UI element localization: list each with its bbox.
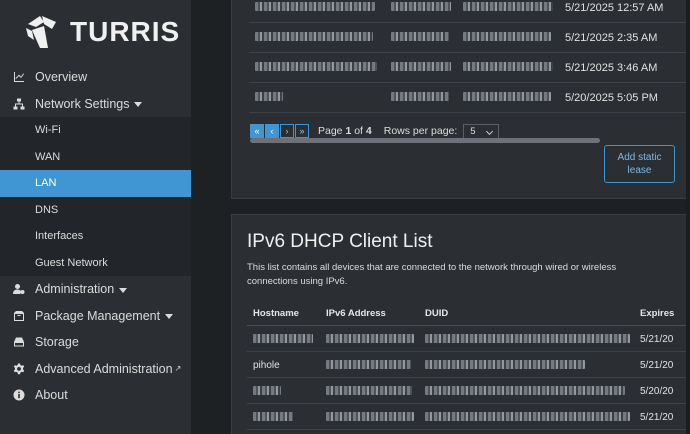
ip-cell [391,62,451,71]
ipv6-cell [326,360,411,369]
column-duid[interactable]: DUID [425,308,448,319]
expires-cell: 5/20/20 [640,386,674,397]
add-static-lease-button[interactable]: Add static lease [604,145,675,183]
table-row: 5/21/2025 2:35 AM [249,23,689,53]
page-indicator: Page 1 of 4 [318,125,372,137]
expires-cell: 5/21/20 [640,334,674,345]
table-row: 5/21/20 [247,326,689,352]
pagination: « ‹ › » Page 1 of 4 Rows per page: 5 [250,123,500,139]
prev-page-button[interactable]: ‹ [265,124,279,138]
duid-cell [425,386,625,395]
sidebar-item-administration[interactable]: Administration [0,276,191,303]
hostname-cell: pihole [253,360,280,371]
column-ipv6-address[interactable]: IPv6 Address [326,308,386,319]
sidebar-item-label: About [35,388,68,403]
turris-logo[interactable]: TURRIS [0,0,191,64]
duid-cell [425,360,585,369]
expires-cell: 5/21/2025 3:46 AM [565,62,658,74]
sidebar-item-package-management[interactable]: Package Management [0,303,191,330]
hostname-cell [253,334,313,343]
duid-cell [425,334,630,343]
main-content: 5/21/2025 12:57 AM 5/21/2025 2:35 AM 5/2… [191,0,690,434]
ipv4-client-card: 5/21/2025 12:57 AM 5/21/2025 2:35 AM 5/2… [231,0,690,199]
sidebar-item-label: Network Settings [35,96,130,111]
sidebar-item-label: Package Management [35,308,161,323]
table-row: 5/21/2025 12:57 AM [249,0,689,23]
table-header: Hostname IPv6 Address DUID Expires [247,300,689,326]
sidebar-item-label: Advanced Administration [35,361,173,376]
mac-cell [463,62,553,71]
sidebar-subitem-dns[interactable]: DNS [0,197,191,224]
sidebar-subitem-interfaces[interactable]: Interfaces [0,223,191,250]
network-submenu: Wi-Fi WAN LAN DNS Interfaces Guest Netwo… [0,117,191,276]
turris-logo-icon [26,16,56,48]
column-expires[interactable]: Expires [640,308,674,319]
external-link-icon: ↗ [174,364,182,374]
sidebar: TURRIS Overview Network Settings Wi-Fi W… [0,0,191,434]
next-page-button[interactable]: › [280,124,294,138]
ipv6-cell [326,412,414,421]
ip-cell [391,32,449,41]
expires-cell: 5/21/20 [640,360,674,371]
mac-cell [463,92,551,101]
table-row: 5/20/20 [247,378,689,404]
sidebar-item-overview[interactable]: Overview [0,64,191,91]
first-page-button[interactable]: « [250,124,264,138]
table-row: pihole 5/21/20 [247,352,689,378]
mac-cell [463,32,551,41]
hostname-cell [255,62,377,71]
expires-cell: 5/21/20 [640,412,674,423]
chevron-down-icon [165,314,174,320]
hostname-cell [255,32,373,41]
sidebar-subitem-wifi[interactable]: Wi-Fi [0,117,191,144]
duid-cell [425,412,630,421]
ip-cell [391,2,451,11]
table-row: 5/21/20 [247,404,689,430]
sidebar-subitem-guest-network[interactable]: Guest Network [0,250,191,277]
sidebar-subitem-wan[interactable]: WAN [0,144,191,171]
last-page-button[interactable]: » [295,124,309,138]
ipv6-cell [326,386,412,395]
table-row: 5/20/2025 5:05 PM [249,83,689,113]
sidebar-item-label: Storage [35,335,79,350]
hostname-cell [253,412,293,421]
info-icon [12,388,26,402]
vertical-scrollbar[interactable] [686,0,690,434]
network-icon [12,97,26,111]
brand-name: TURRIS [70,16,181,47]
ip-cell [391,92,449,101]
ipv6-client-card: IPv6 DHCP Client List This list contains… [231,214,690,434]
gear-icon [12,362,26,376]
column-hostname[interactable]: Hostname [253,308,299,319]
rows-per-page-label: Rows per page: [383,125,458,137]
box-icon [12,309,26,323]
horizontal-scrollbar[interactable] [250,138,600,143]
hostname-cell [253,386,281,395]
sidebar-item-about[interactable]: About [0,382,191,409]
chevron-down-icon [119,287,128,293]
hdd-icon [12,335,26,349]
chart-line-icon [12,70,26,84]
user-gear-icon [12,282,26,296]
mac-cell [463,2,553,11]
section-title: IPv6 DHCP Client List [247,231,433,252]
sidebar-subitem-lan[interactable]: LAN [0,170,191,197]
expires-cell: 5/21/2025 2:35 AM [565,32,658,44]
hostname-cell [255,2,375,11]
sidebar-item-storage[interactable]: Storage [0,329,191,356]
expires-cell: 5/20/2025 5:05 PM [565,92,658,104]
table-row: 5/21/2025 3:46 AM [249,53,689,83]
rows-per-page-select[interactable]: 5 [463,123,500,139]
sidebar-item-advanced-administration[interactable]: Advanced Administration ↗ [0,356,191,383]
hostname-cell [255,92,283,101]
sidebar-item-label: Administration [35,282,115,297]
section-description: This list contains all devices that are … [247,262,617,287]
sidebar-item-network-settings[interactable]: Network Settings [0,91,191,118]
ipv6-cell [326,334,414,343]
sidebar-item-label: Overview [35,70,88,85]
chevron-down-icon [134,102,143,108]
expires-cell: 5/21/2025 12:57 AM [565,2,664,14]
